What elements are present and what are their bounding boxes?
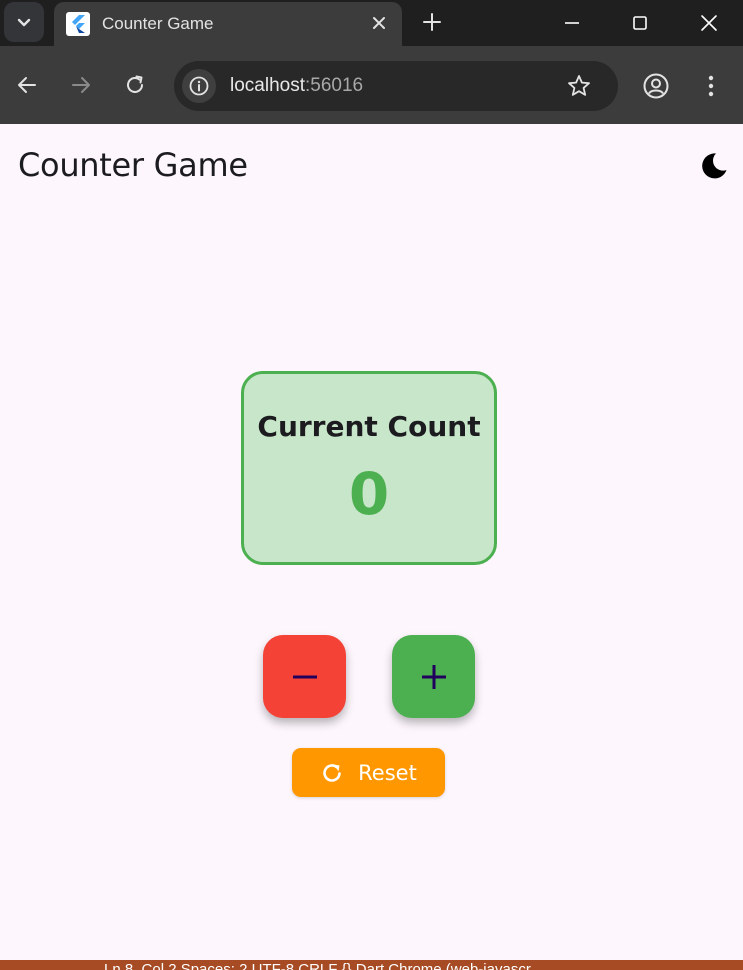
new-tab-icon[interactable] [418,8,446,36]
more-vertical-icon [708,75,714,97]
reload-icon [127,75,143,93]
increment-button[interactable] [392,635,475,718]
browser-menu-button[interactable] [700,71,722,101]
reload-button[interactable] [120,70,150,100]
count-label: Current Count [257,410,481,443]
minimize-window-button[interactable] [538,0,606,46]
minimize-icon [565,22,579,24]
tab-title: Counter Game [102,14,214,33]
arrow-left-icon [18,77,36,93]
maximize-window-button[interactable] [606,0,674,46]
refresh-icon [323,763,341,782]
minus-icon [292,675,317,678]
count-value: 0 [348,460,390,528]
editor-status-bar: Ln 8, Col 2 Spaces: 2 UTF-8 CRLF {} Dart… [0,960,743,970]
close-tab-icon[interactable] [368,12,390,34]
moon-icon [702,153,727,179]
profile-icon[interactable] [641,71,671,101]
app-title: Counter Game [18,146,248,184]
reset-button[interactable]: Reset [292,748,445,797]
bookmark-star-icon[interactable] [566,73,592,99]
browser-tab-bar: Counter Game [0,0,743,46]
reset-label: Reset [358,760,417,785]
info-icon [189,76,209,96]
browser-toolbar: localhost:56016 [0,46,743,124]
plus-icon [421,664,446,689]
browser-tab[interactable]: Counter Game [54,2,402,46]
chevron-down-icon [17,18,31,27]
flutter-favicon-icon [66,12,90,36]
arrow-right-icon [72,77,90,93]
back-button[interactable] [12,70,42,100]
tab-search-button[interactable] [4,2,44,42]
theme-toggle-button[interactable] [694,146,734,186]
app-viewport: Counter Game Current Count 0 Reset [0,124,743,960]
address-bar[interactable]: localhost:56016 [174,61,618,111]
forward-button[interactable] [66,70,96,100]
close-icon [701,15,717,31]
url-port: :56016 [305,75,364,96]
status-text: Ln 8, Col 2 Spaces: 2 UTF-8 CRLF {} Dart… [104,961,531,970]
url-text: localhost:56016 [230,75,363,97]
maximize-icon [633,16,647,30]
site-info-button[interactable] [182,69,216,103]
close-window-button[interactable] [675,0,743,46]
decrement-button[interactable] [263,635,346,718]
count-card: Current Count 0 [241,371,497,565]
url-host: localhost [230,75,305,96]
